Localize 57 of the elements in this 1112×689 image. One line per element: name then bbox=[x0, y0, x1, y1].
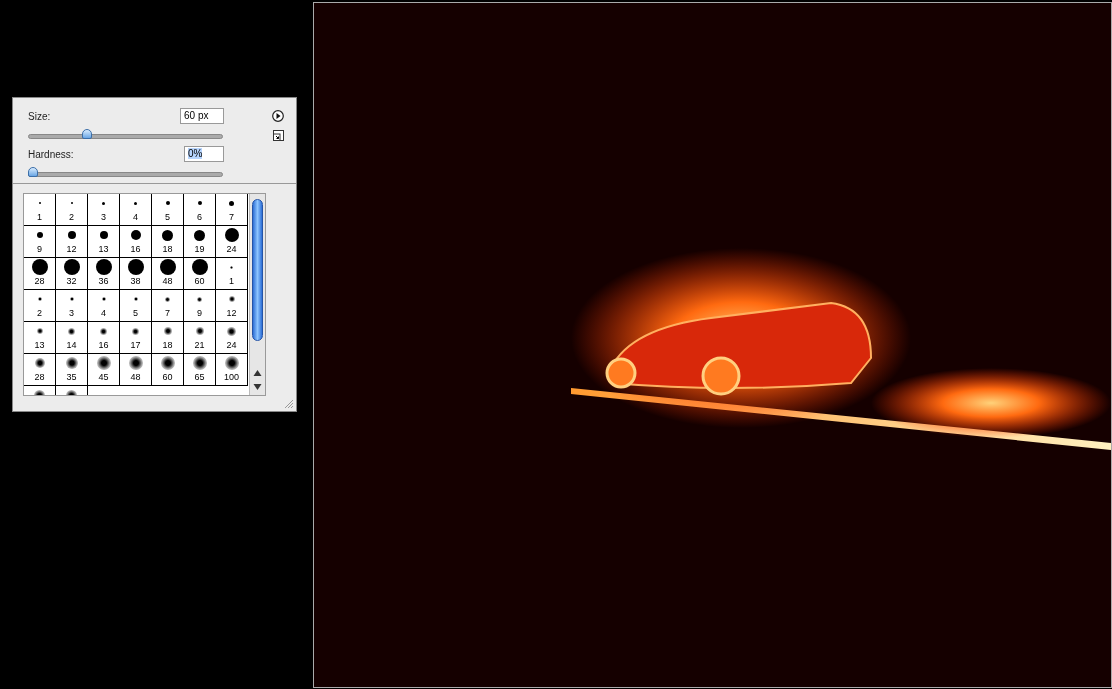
brush-preset[interactable]: 4 bbox=[88, 290, 120, 322]
brush-preset[interactable]: 45 bbox=[88, 354, 120, 386]
brush-preset[interactable]: 3 bbox=[56, 290, 88, 322]
brush-preset[interactable]: 28 bbox=[24, 354, 56, 386]
brush-preset[interactable]: 100 bbox=[216, 354, 248, 386]
scroll-thumb[interactable] bbox=[252, 199, 263, 341]
new-preset-icon[interactable] bbox=[273, 130, 284, 141]
brush-preset[interactable]: 9 bbox=[184, 290, 216, 322]
brush-preset[interactable]: 1 bbox=[24, 194, 56, 226]
slider-thumb[interactable] bbox=[28, 167, 38, 177]
brush-preset[interactable]: 35 bbox=[56, 354, 88, 386]
hardness-label: Hardness: bbox=[28, 148, 74, 160]
brush-preset[interactable]: 18 bbox=[152, 226, 184, 258]
brush-preset[interactable]: 1 bbox=[216, 258, 248, 290]
scrollbar[interactable] bbox=[249, 194, 265, 395]
brush-preset[interactable]: 7 bbox=[152, 290, 184, 322]
brush-preset[interactable]: 13 bbox=[88, 226, 120, 258]
brush-preset[interactable]: 24 bbox=[216, 322, 248, 354]
brush-preset[interactable]: 2 bbox=[56, 194, 88, 226]
brush-preset[interactable]: 16 bbox=[120, 226, 152, 258]
menu-icon[interactable] bbox=[272, 110, 284, 122]
brush-preset[interactable]: 4 bbox=[120, 194, 152, 226]
brush-preset[interactable]: 18 bbox=[152, 322, 184, 354]
brush-preset[interactable]: 7 bbox=[216, 194, 248, 226]
brush-preset[interactable]: 16 bbox=[88, 322, 120, 354]
brush-preset[interactable]: 32 bbox=[56, 258, 88, 290]
brush-preset[interactable]: 38 bbox=[120, 258, 152, 290]
hardness-field[interactable]: 0% bbox=[184, 146, 224, 162]
brush-preset[interactable]: 6 bbox=[184, 194, 216, 226]
brush-preset[interactable]: 21 bbox=[184, 322, 216, 354]
brush-preset[interactable]: 48 bbox=[120, 354, 152, 386]
size-label: Size: bbox=[28, 110, 51, 122]
brush-preset[interactable]: 60 bbox=[152, 354, 184, 386]
hardness-slider[interactable] bbox=[28, 167, 223, 178]
scroll-down-icon[interactable] bbox=[253, 383, 262, 391]
size-slider[interactable] bbox=[28, 129, 223, 140]
brush-preset[interactable]: 24 bbox=[216, 226, 248, 258]
brush-preset[interactable]: 17 bbox=[120, 322, 152, 354]
size-field[interactable]: 60 px bbox=[180, 108, 224, 124]
brush-preset[interactable]: 9 bbox=[24, 226, 56, 258]
brush-preset[interactable]: 12 bbox=[56, 226, 88, 258]
brush-preset[interactable]: 19 bbox=[184, 226, 216, 258]
brush-preset[interactable]: 5 bbox=[152, 194, 184, 226]
brush-preset[interactable]: 12 bbox=[216, 290, 248, 322]
brush-preset[interactable]: 60 bbox=[184, 258, 216, 290]
slider-thumb[interactable] bbox=[81, 129, 92, 139]
brush-preset[interactable]: 14 bbox=[56, 322, 88, 354]
brush-preset[interactable]: 3 bbox=[88, 194, 120, 226]
brush-preset[interactable]: 13 bbox=[24, 322, 56, 354]
brush-preset[interactable]: 65 bbox=[184, 354, 216, 386]
brush-preset[interactable]: 48 bbox=[152, 258, 184, 290]
brush-preset[interactable]: 2 bbox=[24, 290, 56, 322]
scroll-up-icon[interactable] bbox=[253, 369, 262, 377]
brush-preset[interactable]: 5 bbox=[120, 290, 152, 322]
brush-preset[interactable]: 28 bbox=[24, 258, 56, 290]
resize-grip-icon[interactable] bbox=[284, 399, 294, 409]
brush-preset[interactable]: 36 bbox=[88, 258, 120, 290]
